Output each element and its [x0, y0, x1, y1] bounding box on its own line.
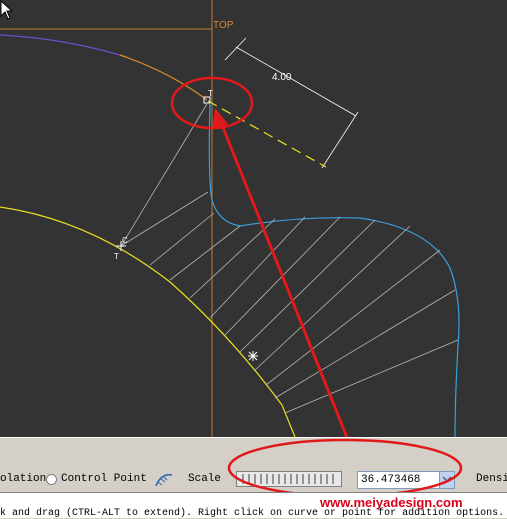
- hatch-lines: [120, 103, 459, 414]
- watermark-text: www.meiyadesign.com: [320, 495, 463, 510]
- dimension-value[interactable]: 4.00: [272, 72, 291, 83]
- control-point-radio[interactable]: [46, 474, 57, 485]
- point-marker-star[interactable]: [248, 351, 258, 361]
- density-label: Densi: [476, 473, 507, 485]
- dimension-line: [235, 46, 357, 117]
- control-point-radio-label[interactable]: Control Point: [61, 473, 147, 485]
- outer-arc-orange: [119, 54, 208, 101]
- interpolation-radio-label[interactable]: olation: [0, 473, 46, 485]
- dimension-extension-left: [224, 37, 247, 61]
- view-name-label: TOP: [213, 20, 234, 31]
- scale-label: Scale: [188, 473, 222, 485]
- dimension-extension-right: [321, 111, 359, 169]
- curvature-icon[interactable]: [153, 469, 175, 491]
- point-tag-c: C: [122, 236, 128, 245]
- profile-curve-blue: [208, 103, 460, 437]
- annotation-arrow: [218, 119, 349, 437]
- graphics-viewport[interactable]: T C T TOP 4.00: [0, 0, 507, 437]
- point-tag-t-top: T: [208, 89, 213, 98]
- outer-arc-blue: [0, 34, 121, 56]
- curve-canvas[interactable]: T C T: [0, 0, 507, 437]
- curve-edit-toolbar: olation Control Point Scale 36.473468 De…: [0, 437, 507, 498]
- mouse-cursor-icon: [0, 0, 14, 20]
- point-tag-t: T: [114, 252, 119, 261]
- annotation-ellipse-scale: [227, 438, 463, 498]
